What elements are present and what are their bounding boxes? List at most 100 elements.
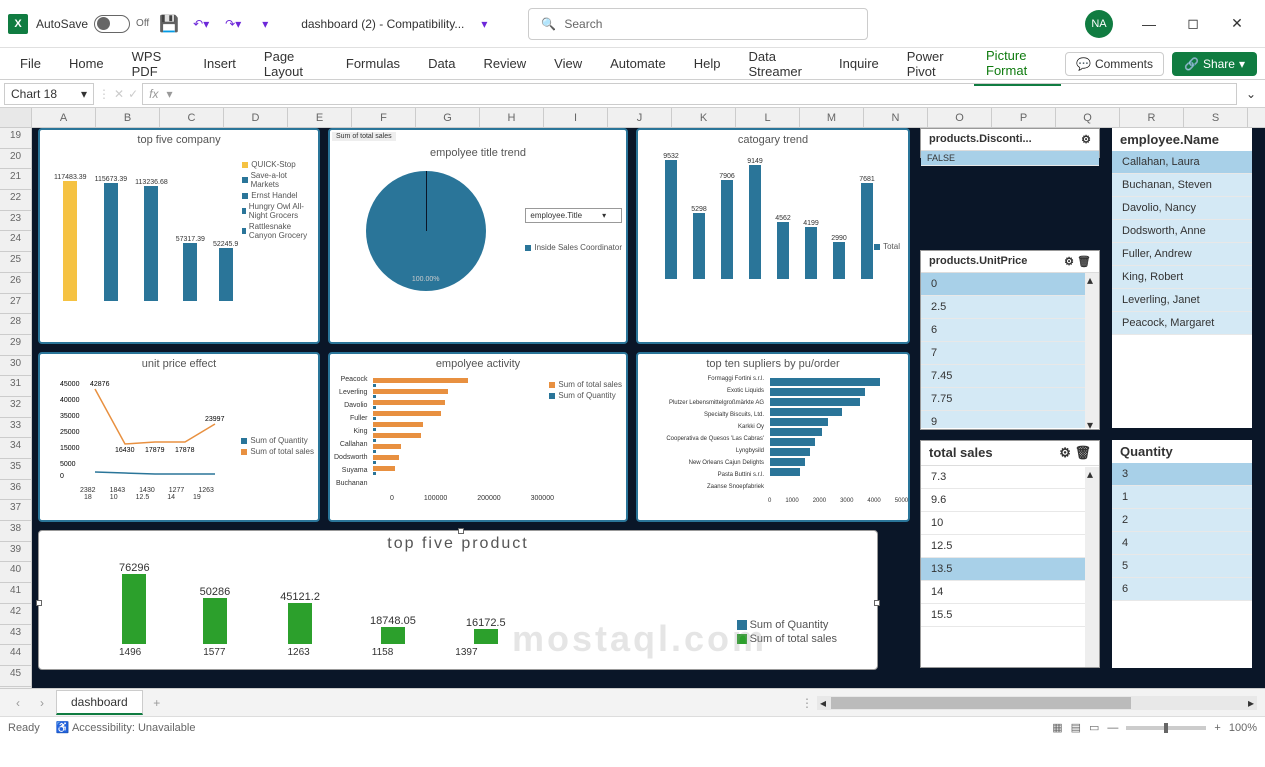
slicer-total-sales[interactable]: total sales⚙ 🗑 7.39.61012.513.51415.5 ▴ bbox=[920, 440, 1100, 668]
slicer-quantity[interactable]: Quantity 312456 bbox=[1112, 440, 1252, 668]
share-button[interactable]: 🔗 Share ▾ bbox=[1172, 52, 1257, 76]
row-header[interactable]: 38 bbox=[0, 521, 31, 542]
slicer-item[interactable]: Davolio, Nancy bbox=[1112, 197, 1252, 220]
slicer-item[interactable]: 9 bbox=[921, 411, 1099, 428]
column-header[interactable]: R bbox=[1120, 108, 1184, 127]
tab-automate[interactable]: Automate bbox=[598, 50, 678, 77]
save-button[interactable]: 💾 bbox=[157, 12, 181, 36]
minimize-button[interactable]: — bbox=[1129, 8, 1169, 40]
slicer-item[interactable]: 15.5 bbox=[921, 604, 1099, 627]
slicer-item[interactable]: King, Robert bbox=[1112, 266, 1252, 289]
slicer-discontinued[interactable]: products.Disconti...⚙ FALSE bbox=[920, 128, 1100, 158]
slicer-item[interactable]: Buchanan, Steven bbox=[1112, 174, 1252, 197]
row-header[interactable]: 41 bbox=[0, 583, 31, 604]
column-header[interactable]: K bbox=[672, 108, 736, 127]
slicer-item[interactable]: 2 bbox=[1112, 509, 1252, 532]
autosave-toggle[interactable]: AutoSave Off bbox=[36, 15, 149, 33]
row-header[interactable]: 40 bbox=[0, 562, 31, 583]
slicer-scrollbar[interactable]: ▴▾ bbox=[1085, 273, 1099, 428]
chart-employee-title[interactable]: Sum of total sales empolyee title trend … bbox=[328, 128, 628, 344]
column-header[interactable]: A bbox=[32, 108, 96, 127]
row-header[interactable]: 39 bbox=[0, 542, 31, 563]
row-header[interactable]: 23 bbox=[0, 211, 31, 232]
row-header[interactable]: 32 bbox=[0, 397, 31, 418]
tab-inquire[interactable]: Inquire bbox=[827, 50, 891, 77]
slicer-item[interactable]: Fuller, Andrew bbox=[1112, 243, 1252, 266]
maximize-button[interactable]: ◻ bbox=[1173, 8, 1213, 40]
row-header[interactable]: 35 bbox=[0, 459, 31, 480]
row-header[interactable]: 24 bbox=[0, 231, 31, 252]
slicer-item[interactable]: 3 bbox=[1112, 463, 1252, 486]
collapse-ribbon[interactable]: ⌄ bbox=[1241, 84, 1261, 104]
slicer-item[interactable]: 7.3 bbox=[921, 466, 1099, 489]
tab-formulas[interactable]: Formulas bbox=[334, 50, 412, 77]
resize-handle-top[interactable] bbox=[458, 528, 464, 534]
horizontal-scrollbar[interactable]: ◂ ▸ bbox=[817, 696, 1257, 710]
slicer-item[interactable]: 9.6 bbox=[921, 489, 1099, 512]
column-header[interactable]: J bbox=[608, 108, 672, 127]
column-header[interactable]: Q bbox=[1056, 108, 1120, 127]
row-header[interactable]: 20 bbox=[0, 149, 31, 170]
chart-suppliers[interactable]: top ten supliers by pu/order Formaggi Fo… bbox=[636, 352, 910, 522]
resize-handle-left[interactable] bbox=[36, 600, 42, 606]
row-header[interactable]: 45 bbox=[0, 666, 31, 687]
sheet-tab-dashboard[interactable]: dashboard bbox=[56, 690, 143, 715]
column-header[interactable]: M bbox=[800, 108, 864, 127]
slicer-item[interactable]: 2.5 bbox=[921, 296, 1099, 319]
column-header[interactable]: G bbox=[416, 108, 480, 127]
slicer-item[interactable]: 10 bbox=[921, 512, 1099, 535]
formula-input[interactable]: fx▾ bbox=[142, 83, 1237, 105]
slicer-item[interactable]: Leverling, Janet bbox=[1112, 289, 1252, 312]
slicer-item[interactable]: 13.5 bbox=[921, 558, 1099, 581]
close-button[interactable]: ✕ bbox=[1217, 8, 1257, 40]
row-header[interactable]: 21 bbox=[0, 169, 31, 190]
slicer-employee-name[interactable]: employee.Name Callahan, LauraBuchanan, S… bbox=[1112, 128, 1252, 428]
tab-home[interactable]: Home bbox=[57, 50, 116, 77]
accessibility-status[interactable]: ♿ Accessibility: Unavailable bbox=[56, 721, 196, 734]
slicer-item[interactable]: Peacock, Margaret bbox=[1112, 312, 1252, 335]
resize-handle-right[interactable] bbox=[874, 600, 880, 606]
slicer-item[interactable]: 12.5 bbox=[921, 535, 1099, 558]
zoom-out[interactable]: — bbox=[1107, 722, 1118, 734]
cancel-formula-icon[interactable]: ✕ bbox=[114, 87, 124, 101]
column-header[interactable]: I bbox=[544, 108, 608, 127]
slicer-item[interactable]: 0 bbox=[921, 273, 1099, 296]
search-box[interactable]: 🔍 Search bbox=[528, 8, 868, 40]
row-header[interactable]: 44 bbox=[0, 645, 31, 666]
name-box[interactable]: Chart 18▾ bbox=[4, 83, 94, 105]
view-normal-icon[interactable]: ▦ bbox=[1052, 721, 1062, 734]
sheet-nav-next[interactable]: › bbox=[32, 696, 52, 710]
zoom-in[interactable]: + bbox=[1214, 722, 1220, 734]
slicer-item[interactable]: 7 bbox=[921, 342, 1099, 365]
row-header[interactable]: 43 bbox=[0, 625, 31, 646]
column-header[interactable]: P bbox=[992, 108, 1056, 127]
column-header[interactable]: O bbox=[928, 108, 992, 127]
slicer-item[interactable]: 1 bbox=[1112, 486, 1252, 509]
view-page-icon[interactable]: ▤ bbox=[1071, 721, 1081, 734]
row-header[interactable]: 33 bbox=[0, 418, 31, 439]
slicer-unit-price[interactable]: products.UnitPrice⚙ 🗑 02.5677.457.7599.2… bbox=[920, 250, 1100, 430]
row-header[interactable]: 19 bbox=[0, 128, 31, 149]
tab-page-layout[interactable]: Page Layout bbox=[252, 43, 330, 85]
zoom-slider[interactable] bbox=[1126, 726, 1206, 730]
tab-power-pivot[interactable]: Power Pivot bbox=[895, 43, 970, 85]
zoom-level[interactable]: 100% bbox=[1229, 722, 1257, 734]
column-header[interactable]: L bbox=[736, 108, 800, 127]
tab-review[interactable]: Review bbox=[472, 50, 539, 77]
select-all-corner[interactable] bbox=[0, 108, 32, 127]
filename-dropdown[interactable]: ▾ bbox=[472, 12, 496, 36]
column-header[interactable]: C bbox=[160, 108, 224, 127]
tab-insert[interactable]: Insert bbox=[191, 50, 248, 77]
tab-view[interactable]: View bbox=[542, 50, 594, 77]
chart-top-company[interactable]: top five company 117483.39 115673.39 113… bbox=[38, 128, 320, 344]
slicer-item[interactable]: 5 bbox=[1112, 555, 1252, 578]
slicer-item[interactable]: 14 bbox=[921, 581, 1099, 604]
column-header[interactable]: E bbox=[288, 108, 352, 127]
toggle-switch[interactable] bbox=[94, 15, 130, 33]
slicer-item[interactable]: FALSE bbox=[921, 151, 1099, 166]
slicer-scrollbar[interactable]: ▴ bbox=[1085, 467, 1099, 667]
slicer-item[interactable]: 7.75 bbox=[921, 388, 1099, 411]
view-break-icon[interactable]: ▭ bbox=[1089, 721, 1099, 734]
chart-unit-price[interactable]: unit price effect 4500040000350002500015… bbox=[38, 352, 320, 522]
qat-customize[interactable]: ▾ bbox=[253, 12, 277, 36]
